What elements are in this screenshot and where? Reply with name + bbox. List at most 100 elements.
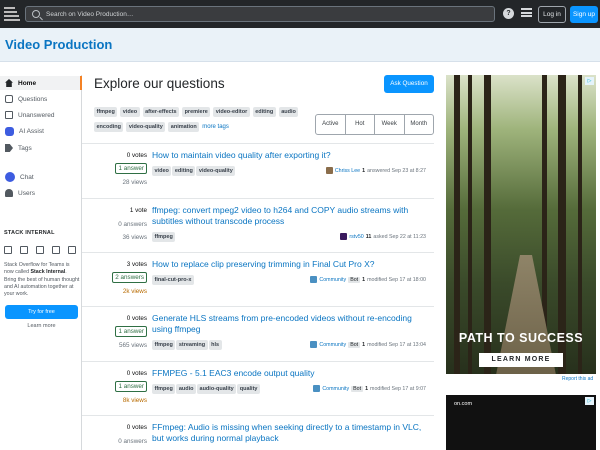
page-title: Explore our questions	[94, 76, 225, 91]
stack-internal-icons	[4, 246, 76, 254]
question-activity: modified Sep 17 at 9:07	[370, 385, 426, 392]
question-tags: ffmpeg streaming hls	[152, 340, 223, 350]
search-input[interactable]: Search on Video Production…	[25, 6, 495, 22]
question-activity: modified Sep 17 at 13:04	[367, 341, 426, 348]
tag-link[interactable]: premiere	[182, 107, 211, 117]
answer-count: 0 answers	[118, 438, 147, 445]
tag-link[interactable]: audio	[176, 384, 197, 394]
question-activity: asked Sep 22 at 11:23	[373, 233, 426, 240]
sidebar-item-label: Questions	[18, 95, 48, 103]
question-row: 3 votes 2 answers 2k views How to replace c…	[82, 252, 434, 306]
question-meta: Community Bot 1 modified Sep 17 at 9:07	[313, 385, 426, 392]
ask-question-button[interactable]: Ask Question	[384, 75, 434, 93]
filter-week[interactable]: Week	[375, 115, 405, 134]
tag-link[interactable]: editing	[172, 166, 196, 176]
filter-month[interactable]: Month	[405, 115, 434, 134]
signup-button[interactable]: Sign up	[570, 6, 598, 23]
tag-link[interactable]: editing	[252, 107, 276, 117]
user-link[interactable]: Chriss Lee	[335, 168, 360, 174]
avatar[interactable]	[310, 276, 318, 283]
bot-badge: Bot	[348, 276, 361, 283]
question-title-link[interactable]: FFMPEG - 5.1 EAC3 encode output quality	[152, 368, 432, 379]
site-switcher-icon[interactable]	[521, 8, 532, 19]
view-count: 565 views	[118, 342, 147, 349]
user-link[interactable]: Community	[322, 386, 349, 392]
sidebar-item-tags[interactable]: Tags	[0, 141, 82, 155]
sidebar-item-label: Unanswered	[18, 111, 55, 119]
adchoices-icon[interactable]: ▷	[585, 77, 594, 85]
tag-link[interactable]: streaming	[176, 340, 208, 350]
question-meta: Community Bot 1 modified Sep 17 at 18:00	[310, 276, 426, 283]
user-link[interactable]: rstv50	[349, 234, 363, 240]
site-name[interactable]: Video Production	[5, 37, 112, 52]
tag-link[interactable]: video-quality	[196, 166, 236, 176]
question-row: 0 votes 1 answer 28 views How to maintain v…	[82, 143, 434, 198]
tag-link[interactable]: ffmpeg	[152, 384, 176, 394]
avatar[interactable]	[340, 233, 348, 240]
avatar[interactable]	[310, 341, 318, 348]
question-activity: modified Sep 17 at 18:00	[367, 276, 426, 283]
sidebar-item-chat[interactable]: Chat	[0, 170, 82, 184]
tag-cloud: ffmpeg video after-effects premiere vide…	[94, 107, 314, 137]
question-meta: Chriss Lee 1 answered Sep 23 at 8:27	[325, 167, 426, 174]
sidebar-item-home[interactable]: Home	[0, 76, 82, 90]
tag-link[interactable]: video	[120, 107, 140, 117]
tag-link[interactable]: video-quality	[126, 122, 166, 132]
question-row: 0 votes 0 answers FFmpeg: Audio is missing…	[82, 415, 434, 450]
question-title-link[interactable]: How to maintain video quality after expo…	[152, 150, 432, 161]
avatar[interactable]	[325, 167, 333, 174]
learn-more-link[interactable]: Learn more	[5, 323, 78, 329]
tag-link[interactable]: ffmpeg	[152, 232, 176, 242]
site-header: Video Production	[0, 28, 600, 62]
question-title-link[interactable]: How to replace clip preserving trimming …	[152, 259, 432, 270]
try-for-free-button[interactable]: Try for free	[5, 305, 78, 319]
adchoices-icon[interactable]: ▷	[585, 397, 594, 405]
sidebar-item-ai-assist[interactable]: AI Assist	[0, 124, 82, 138]
more-tags-link[interactable]: more tags	[202, 124, 229, 130]
reputation: 1	[365, 385, 369, 392]
login-button[interactable]: Log in	[538, 6, 566, 23]
vote-count: 0 votes	[126, 152, 147, 159]
tag-link[interactable]: hls	[208, 340, 222, 350]
tag-link[interactable]: audio-quality	[197, 384, 237, 394]
tag-link[interactable]: video	[152, 166, 172, 176]
help-icon[interactable]: ?	[503, 8, 514, 19]
filter-hot[interactable]: Hot	[346, 115, 375, 134]
question-tags: final-cut-pro-x	[152, 275, 195, 285]
advertisement-banner-2[interactable]: on.com ▷	[446, 395, 596, 450]
sidebar-item-users[interactable]: Users	[0, 186, 82, 200]
tag-link[interactable]: ffmpeg	[152, 340, 176, 350]
sidebar-item-questions[interactable]: Questions	[0, 92, 82, 106]
user-link[interactable]: Community	[319, 277, 346, 283]
tag-link[interactable]: ffmpeg	[94, 107, 118, 117]
search-placeholder: Search on Video Production…	[46, 10, 134, 18]
question-row: 0 votes 1 answer 8k views FFMPEG - 5.1 EAC3…	[82, 361, 434, 415]
tag-link[interactable]: after-effects	[142, 107, 180, 117]
tag-link[interactable]: video-editor	[213, 107, 250, 117]
user-link[interactable]: Community	[319, 342, 346, 348]
ad-learn-more-button[interactable]: LEARN MORE	[479, 353, 563, 367]
top-bar: Search on Video Production… ? Log in Sig…	[0, 0, 600, 28]
bot-badge: Bot	[351, 385, 364, 392]
tag-link[interactable]: quality	[237, 384, 260, 394]
sidebar-item-unanswered[interactable]: Unanswered	[0, 108, 82, 122]
avatar[interactable]	[313, 385, 321, 392]
tag-link[interactable]: audio	[278, 107, 299, 117]
tag-link[interactable]: final-cut-pro-x	[152, 275, 194, 285]
question-title-link[interactable]: Generate HLS streams from pre-encoded vi…	[152, 313, 432, 335]
tag-link[interactable]: encoding	[94, 122, 124, 132]
question-row: 1 vote 0 answers 36 views ffmpeg: convert m…	[82, 198, 434, 252]
advertisement-banner[interactable]: ▷ PATH TO SUCCESS LEARN MORE	[446, 75, 596, 374]
question-meta: rstv50 11 asked Sep 22 at 11:23	[340, 233, 426, 240]
tag-link[interactable]: animation	[168, 122, 200, 132]
question-tags: ffmpeg	[152, 232, 176, 242]
report-ad-link[interactable]: Report this ad	[562, 376, 593, 382]
filter-active[interactable]: Active	[316, 115, 346, 134]
reputation: 11	[365, 233, 372, 240]
question-meta: Community Bot 1 modified Sep 17 at 13:04	[310, 341, 426, 348]
question-title-link[interactable]: FFmpeg: Audio is missing when seeking di…	[152, 422, 432, 444]
stack-exchange-logo-icon[interactable]	[4, 5, 20, 23]
question-title-link[interactable]: ffmpeg: convert mpeg2 video to h264 and …	[152, 205, 432, 227]
stack-internal-heading: STACK INTERNAL	[4, 230, 55, 236]
question-icon	[20, 246, 28, 254]
